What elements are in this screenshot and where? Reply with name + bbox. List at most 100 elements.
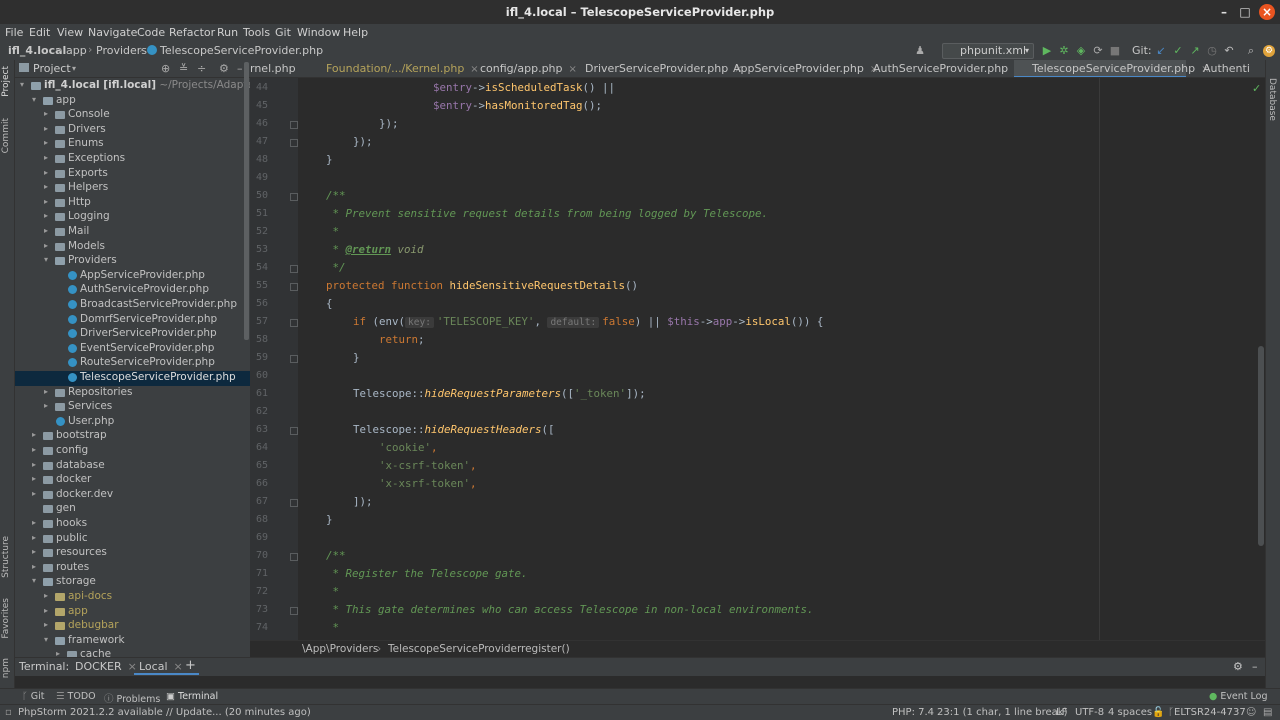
- run-icon[interactable]: ▶: [1040, 44, 1054, 58]
- terminal-tab-docker[interactable]: DOCKER ×: [75, 660, 137, 673]
- menu-run[interactable]: Run: [217, 26, 238, 39]
- rollback-icon[interactable]: ↶: [1222, 44, 1236, 58]
- tab-config-app[interactable]: config/app.php ×: [466, 60, 577, 77]
- tree-item-bootstrap[interactable]: ▸ bootstrap: [15, 429, 250, 444]
- fold-marker[interactable]: [290, 499, 298, 507]
- chevron-down-icon[interactable]: ▾: [72, 64, 76, 73]
- status-message[interactable]: PhpStorm 2021.2.2 available // Update...…: [18, 707, 311, 718]
- tree-item-file[interactable]: RouteServiceProvider.php: [15, 356, 250, 371]
- tab-authenticate[interactable]: Authenti: [1186, 60, 1265, 77]
- tree-item-api-docs[interactable]: ▸ api-docs: [15, 590, 250, 605]
- git-branch[interactable]: ᚴELTSR24-4737: [1168, 707, 1246, 718]
- tree-item-resources[interactable]: ▸ resources: [15, 546, 250, 561]
- minimize-panel-icon[interactable]: –: [237, 62, 243, 75]
- tree-item-repositories[interactable]: ▸ Repositories: [15, 386, 250, 401]
- fold-marker[interactable]: [290, 193, 298, 201]
- tab-kernel[interactable]: rnel.php: [250, 60, 314, 77]
- locate-icon[interactable]: ⊕: [161, 62, 170, 75]
- fold-marker[interactable]: [290, 607, 298, 615]
- fold-marker[interactable]: [290, 265, 298, 273]
- git-push-icon[interactable]: ↗: [1188, 44, 1202, 58]
- tab-app-service-provider[interactable]: AppServiceProvider.php ×: [716, 60, 878, 77]
- fold-marker[interactable]: [290, 319, 298, 327]
- editor-scrollbar[interactable]: [1258, 346, 1264, 546]
- git-commit-icon[interactable]: ✓: [1171, 44, 1185, 58]
- tree-item-exports[interactable]: ▸ Exports: [15, 167, 250, 182]
- tree-item-drivers[interactable]: ▸ Drivers: [15, 123, 250, 138]
- tab-foundation-kernel[interactable]: Foundation/.../Kernel.php ×: [314, 60, 479, 77]
- tree-item-file[interactable]: AppServiceProvider.php: [15, 269, 250, 284]
- breadcrumb-class[interactable]: TelescopeServiceProvider: [388, 643, 521, 655]
- menu-file[interactable]: File: [5, 26, 23, 39]
- tree-item-framework[interactable]: ▾ framework: [15, 634, 250, 649]
- commit-tool-tab[interactable]: Commit: [1, 118, 14, 153]
- close-icon[interactable]: ×: [174, 660, 183, 673]
- debug-icon[interactable]: ✲: [1057, 44, 1071, 58]
- breadcrumb-app[interactable]: app: [66, 44, 87, 57]
- minimize-icon[interactable]: –: [1216, 4, 1232, 20]
- tree-item-database[interactable]: ▸ database: [15, 459, 250, 474]
- tree-item-root[interactable]: ▾ ifl_4.local [ifl.local] ~/Projects/Ada…: [15, 79, 250, 94]
- tree-item-file[interactable]: DomrfServiceProvider.php: [15, 313, 250, 328]
- project-tree-scrollbar[interactable]: [244, 62, 249, 340]
- menu-edit[interactable]: Edit: [29, 26, 50, 39]
- indent-setting[interactable]: 4 spaces: [1108, 707, 1152, 718]
- tree-item-docker-dev[interactable]: ▸ docker.dev: [15, 488, 250, 503]
- close-icon[interactable]: ×: [1259, 4, 1275, 20]
- tree-item-file[interactable]: User.php: [15, 415, 250, 430]
- breadcrumb-namespace[interactable]: \App\Providers: [302, 643, 378, 655]
- memory-icon[interactable]: ▤: [1263, 707, 1272, 718]
- line-separator[interactable]: LF: [1056, 707, 1067, 718]
- tree-item-docker[interactable]: ▸ docker: [15, 473, 250, 488]
- favorites-tool-tab[interactable]: Favorites: [1, 598, 14, 639]
- collapse-all-icon[interactable]: ≚: [179, 62, 188, 75]
- fold-marker[interactable]: [290, 553, 298, 561]
- menu-window[interactable]: Window: [297, 26, 340, 39]
- tree-item-console[interactable]: ▸ Console: [15, 108, 250, 123]
- menu-git[interactable]: Git: [275, 26, 291, 39]
- database-tool-tab[interactable]: Database: [1267, 78, 1277, 121]
- tree-item-models[interactable]: ▸ Models: [15, 240, 250, 255]
- tree-item-routes[interactable]: ▸ routes: [15, 561, 250, 576]
- tree-item-debugbar[interactable]: ▸ debugbar: [15, 619, 250, 634]
- tree-item-http[interactable]: ▸ Http: [15, 196, 250, 211]
- tree-item-mail[interactable]: ▸ Mail: [15, 225, 250, 240]
- gear-icon[interactable]: ⚙: [219, 62, 229, 75]
- fold-marker[interactable]: [290, 283, 298, 291]
- problems-tool-button[interactable]: ⓘ Problems: [104, 691, 160, 705]
- search-icon[interactable]: ⌕: [1244, 44, 1258, 58]
- menu-tools[interactable]: Tools: [243, 26, 270, 39]
- menu-code[interactable]: Code: [137, 26, 165, 39]
- tree-item-logging[interactable]: ▸ Logging: [15, 210, 250, 225]
- update-icon[interactable]: ⚙: [1263, 45, 1275, 57]
- add-icon[interactable]: +: [185, 658, 196, 673]
- minimize-panel-icon[interactable]: –: [1252, 660, 1258, 673]
- breadcrumb-method[interactable]: register(): [521, 643, 570, 655]
- check-icon[interactable]: ✓: [1252, 82, 1261, 95]
- menu-view[interactable]: View: [57, 26, 83, 39]
- todo-tool-button[interactable]: ☰ TODO: [56, 691, 96, 702]
- menu-refactor[interactable]: Refactor: [169, 26, 215, 39]
- tree-item-storage-app[interactable]: ▸ app: [15, 605, 250, 620]
- project-panel-title[interactable]: Project: [33, 62, 71, 75]
- terminal-tab-local[interactable]: Local ×: [139, 660, 183, 673]
- terminal-tool-button[interactable]: ▣ Terminal: [166, 691, 218, 702]
- tree-item-exceptions[interactable]: ▸ Exceptions: [15, 152, 250, 167]
- tree-item-gen[interactable]: gen: [15, 502, 250, 517]
- npm-tool-tab[interactable]: npm: [1, 658, 14, 678]
- git-tool-button[interactable]: ᚴ Git: [22, 691, 44, 702]
- menu-navigate[interactable]: Navigate: [88, 26, 137, 39]
- fold-marker[interactable]: [290, 139, 298, 147]
- tree-item-services[interactable]: ▸ Services: [15, 400, 250, 415]
- tree-item-file[interactable]: AuthServiceProvider.php: [15, 283, 250, 298]
- tree-item-enums[interactable]: ▸ Enums: [15, 137, 250, 152]
- inspector-icon[interactable]: ☺: [1246, 707, 1256, 718]
- tree-item-file[interactable]: DriverServiceProvider.php: [15, 327, 250, 342]
- tree-item-providers[interactable]: ▾ Providers: [15, 254, 250, 269]
- tree-item-helpers[interactable]: ▸ Helpers: [15, 181, 250, 196]
- tree-item-app[interactable]: ▾ app: [15, 94, 250, 109]
- profile-icon[interactable]: ⟳: [1091, 44, 1105, 58]
- fold-marker[interactable]: [290, 121, 298, 129]
- tree-item-config[interactable]: ▸ config: [15, 444, 250, 459]
- tree-item-storage[interactable]: ▾ storage: [15, 575, 250, 590]
